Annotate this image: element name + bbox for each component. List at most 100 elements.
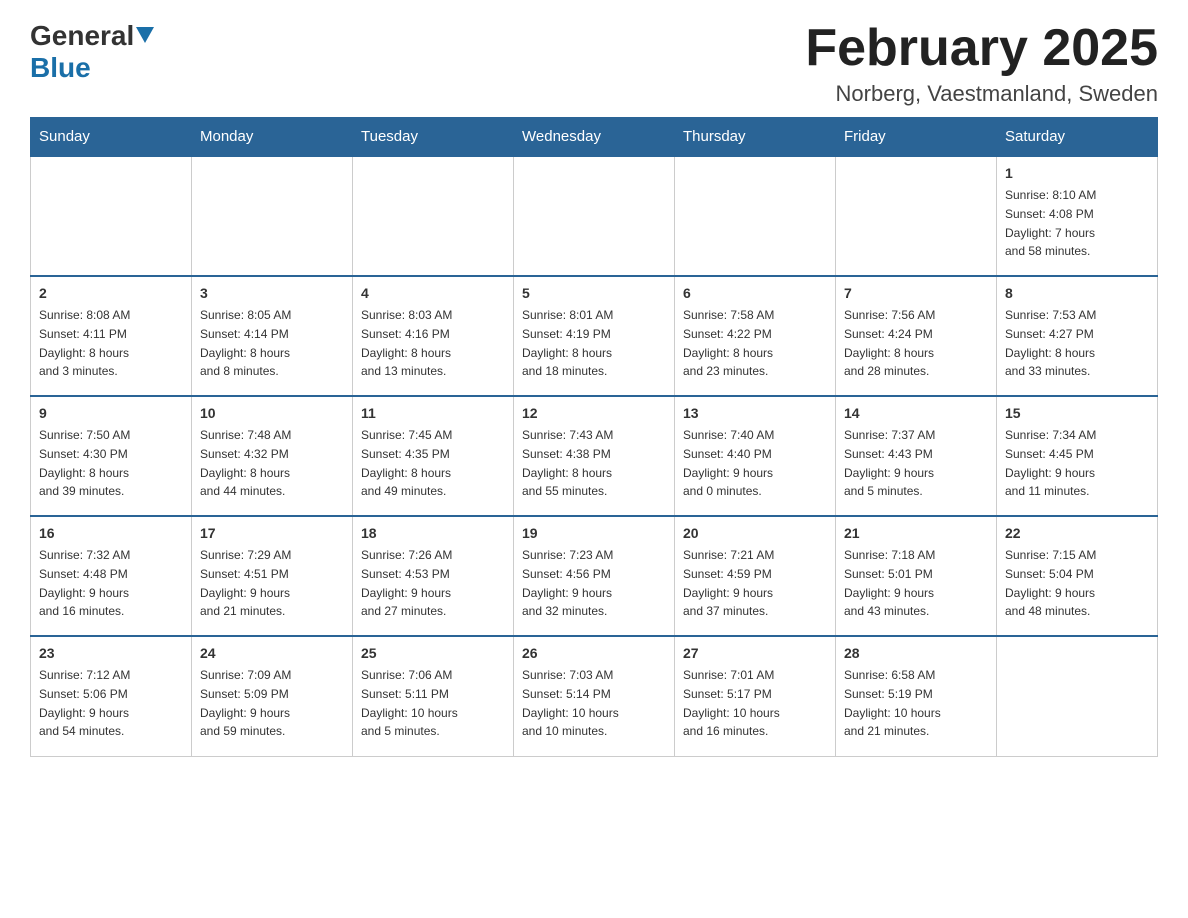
location-title: Norberg, Vaestmanland, Sweden [805,81,1158,107]
day-number: 17 [200,523,344,544]
logo-arrow-icon [136,27,154,50]
day-info: Sunrise: 7:48 AM Sunset: 4:32 PM Dayligh… [200,428,291,498]
day-number: 11 [361,403,505,424]
calendar-cell: 3 Sunrise: 8:05 AM Sunset: 4:14 PM Daylig… [192,276,353,396]
logo-general: General [30,20,134,52]
day-info: Sunrise: 8:01 AM Sunset: 4:19 PM Dayligh… [522,308,613,378]
calendar-cell: 16 Sunrise: 7:32 AM Sunset: 4:48 PM Dayli… [31,516,192,636]
calendar-cell [997,636,1158,756]
calendar-cell: 10 Sunrise: 7:48 AM Sunset: 4:32 PM Dayli… [192,396,353,516]
calendar-cell: 20 Sunrise: 7:21 AM Sunset: 4:59 PM Dayli… [675,516,836,636]
calendar-cell: 2Sunrise: 8:08 AM Sunset: 4:11 PM Daylig… [31,276,192,396]
day-info: Sunrise: 8:03 AM Sunset: 4:16 PM Dayligh… [361,308,452,378]
day-number: 19 [522,523,666,544]
calendar-cell: 28Sunrise: 6:58 AM Sunset: 5:19 PM Dayli… [836,636,997,756]
day-info: Sunrise: 7:58 AM Sunset: 4:22 PM Dayligh… [683,308,774,378]
calendar-header-tuesday: Tuesday [353,118,514,157]
calendar-cell: 4 Sunrise: 8:03 AM Sunset: 4:16 PM Daylig… [353,276,514,396]
day-info: Sunrise: 6:58 AM Sunset: 5:19 PM Dayligh… [844,668,941,738]
calendar-cell [514,156,675,276]
calendar-cell [31,156,192,276]
calendar-cell: 18 Sunrise: 7:26 AM Sunset: 4:53 PM Dayli… [353,516,514,636]
day-info: Sunrise: 7:43 AM Sunset: 4:38 PM Dayligh… [522,428,613,498]
calendar-cell: 1Sunrise: 8:10 AM Sunset: 4:08 PM Daylig… [997,156,1158,276]
day-info: Sunrise: 7:45 AM Sunset: 4:35 PM Dayligh… [361,428,452,498]
day-number: 3 [200,283,344,304]
day-number: 20 [683,523,827,544]
day-number: 7 [844,283,988,304]
calendar-header-sunday: Sunday [31,118,192,157]
calendar-cell [192,156,353,276]
day-number: 22 [1005,523,1149,544]
page-header: General Blue February 2025 Norberg, Vaes… [30,20,1158,107]
day-info: Sunrise: 7:37 AM Sunset: 4:43 PM Dayligh… [844,428,935,498]
day-number: 15 [1005,403,1149,424]
calendar-cell: 26 Sunrise: 7:03 AM Sunset: 5:14 PM Dayli… [514,636,675,756]
day-info: Sunrise: 7:03 AM Sunset: 5:14 PM Dayligh… [522,668,619,738]
calendar-header-thursday: Thursday [675,118,836,157]
day-number: 4 [361,283,505,304]
day-number: 27 [683,643,827,664]
day-info: Sunrise: 7:26 AM Sunset: 4:53 PM Dayligh… [361,548,452,618]
month-title: February 2025 [805,20,1158,77]
day-number: 1 [1005,163,1149,184]
calendar-header-saturday: Saturday [997,118,1158,157]
calendar-cell: 7Sunrise: 7:56 AM Sunset: 4:24 PM Daylig… [836,276,997,396]
calendar-cell: 22 Sunrise: 7:15 AM Sunset: 5:04 PM Dayli… [997,516,1158,636]
calendar-cell [675,156,836,276]
day-number: 10 [200,403,344,424]
day-info: Sunrise: 7:18 AM Sunset: 5:01 PM Dayligh… [844,548,935,618]
calendar-cell: 17Sunrise: 7:29 AM Sunset: 4:51 PM Dayli… [192,516,353,636]
day-number: 12 [522,403,666,424]
day-number: 9 [39,403,183,424]
day-number: 6 [683,283,827,304]
calendar-week-3: 9 Sunrise: 7:50 AM Sunset: 4:30 PM Daylig… [31,396,1158,516]
day-info: Sunrise: 7:01 AM Sunset: 5:17 PM Dayligh… [683,668,780,738]
day-info: Sunrise: 7:23 AM Sunset: 4:56 PM Dayligh… [522,548,613,618]
day-info: Sunrise: 7:50 AM Sunset: 4:30 PM Dayligh… [39,428,130,498]
calendar-week-4: 16 Sunrise: 7:32 AM Sunset: 4:48 PM Dayli… [31,516,1158,636]
calendar-cell: 21 Sunrise: 7:18 AM Sunset: 5:01 PM Dayli… [836,516,997,636]
day-number: 25 [361,643,505,664]
day-number: 24 [200,643,344,664]
day-info: Sunrise: 8:05 AM Sunset: 4:14 PM Dayligh… [200,308,291,378]
day-number: 16 [39,523,183,544]
calendar-cell: 14 Sunrise: 7:37 AM Sunset: 4:43 PM Dayli… [836,396,997,516]
day-number: 21 [844,523,988,544]
day-info: Sunrise: 7:15 AM Sunset: 5:04 PM Dayligh… [1005,548,1096,618]
day-number: 26 [522,643,666,664]
calendar-cell: 6 Sunrise: 7:58 AM Sunset: 4:22 PM Daylig… [675,276,836,396]
logo-blue: Blue [30,52,91,83]
day-number: 18 [361,523,505,544]
day-info: Sunrise: 7:40 AM Sunset: 4:40 PM Dayligh… [683,428,774,498]
calendar-cell: 5Sunrise: 8:01 AM Sunset: 4:19 PM Daylig… [514,276,675,396]
day-number: 14 [844,403,988,424]
calendar-table: SundayMondayTuesdayWednesdayThursdayFrid… [30,117,1158,757]
calendar-week-5: 23 Sunrise: 7:12 AM Sunset: 5:06 PM Dayli… [31,636,1158,756]
calendar-cell: 25Sunrise: 7:06 AM Sunset: 5:11 PM Dayli… [353,636,514,756]
calendar-cell [836,156,997,276]
calendar-cell: 23 Sunrise: 7:12 AM Sunset: 5:06 PM Dayli… [31,636,192,756]
calendar-cell: 9 Sunrise: 7:50 AM Sunset: 4:30 PM Daylig… [31,396,192,516]
calendar-header-row: SundayMondayTuesdayWednesdayThursdayFrid… [31,118,1158,157]
calendar-week-1: 1Sunrise: 8:10 AM Sunset: 4:08 PM Daylig… [31,156,1158,276]
calendar-cell: 11 Sunrise: 7:45 AM Sunset: 4:35 PM Dayli… [353,396,514,516]
calendar-cell: 12 Sunrise: 7:43 AM Sunset: 4:38 PM Dayli… [514,396,675,516]
calendar-header-monday: Monday [192,118,353,157]
day-info: Sunrise: 7:21 AM Sunset: 4:59 PM Dayligh… [683,548,774,618]
day-info: Sunrise: 7:34 AM Sunset: 4:45 PM Dayligh… [1005,428,1096,498]
calendar-cell: 15 Sunrise: 7:34 AM Sunset: 4:45 PM Dayli… [997,396,1158,516]
day-number: 13 [683,403,827,424]
calendar-cell: 8 Sunrise: 7:53 AM Sunset: 4:27 PM Daylig… [997,276,1158,396]
day-number: 8 [1005,283,1149,304]
title-block: February 2025 Norberg, Vaestmanland, Swe… [805,20,1158,107]
day-number: 23 [39,643,183,664]
day-info: Sunrise: 7:32 AM Sunset: 4:48 PM Dayligh… [39,548,130,618]
calendar-week-2: 2Sunrise: 8:08 AM Sunset: 4:11 PM Daylig… [31,276,1158,396]
calendar-cell: 27 Sunrise: 7:01 AM Sunset: 5:17 PM Dayli… [675,636,836,756]
day-info: Sunrise: 8:08 AM Sunset: 4:11 PM Dayligh… [39,308,130,378]
day-info: Sunrise: 7:53 AM Sunset: 4:27 PM Dayligh… [1005,308,1096,378]
calendar-cell: 13 Sunrise: 7:40 AM Sunset: 4:40 PM Dayli… [675,396,836,516]
calendar-cell: 19 Sunrise: 7:23 AM Sunset: 4:56 PM Dayli… [514,516,675,636]
day-info: Sunrise: 7:12 AM Sunset: 5:06 PM Dayligh… [39,668,130,738]
